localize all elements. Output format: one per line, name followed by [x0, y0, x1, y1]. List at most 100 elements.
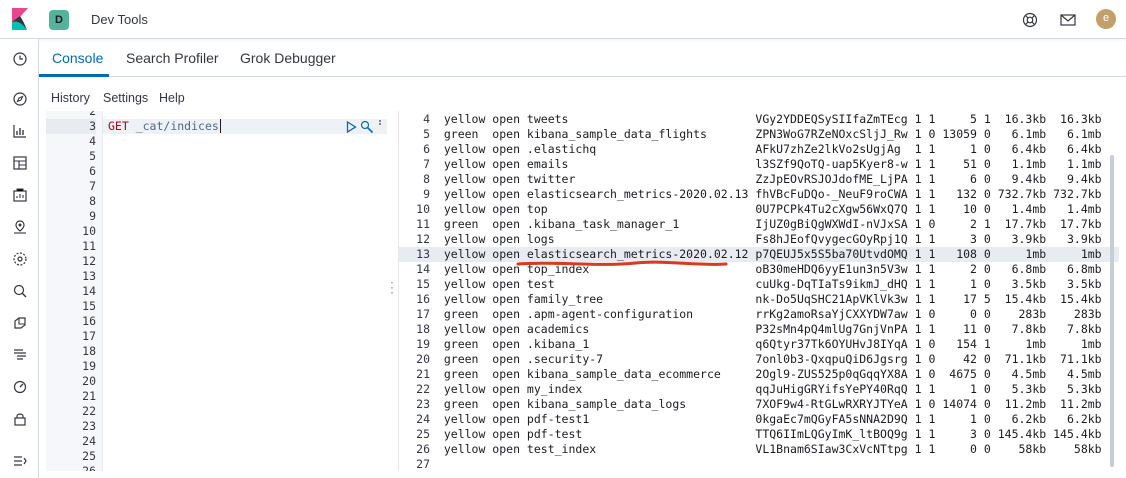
- request-actions: [346, 120, 386, 134]
- ml-icon[interactable]: [10, 249, 29, 268]
- line-number: 20: [82, 374, 96, 388]
- space-avatar[interactable]: D: [49, 10, 69, 30]
- output-line-number: 10: [416, 202, 430, 216]
- output-row: 6 yellow open .elastichq AFkU7zhZe2lkVo2…: [399, 142, 1119, 157]
- output-row-text: green open .security-7 7onl0b3-QxqpuQiD6…: [430, 352, 1102, 366]
- output-row-text: green open .kibana_1 q6Qtyr37Tk6OYUHvJ8I…: [430, 337, 1102, 351]
- output-row-text: yellow open emails l3SZf9QoTQ-uap5Kyer8-…: [430, 157, 1102, 171]
- apm-icon[interactable]: [10, 313, 29, 332]
- line-number: 17: [82, 329, 96, 343]
- header-bar: D Dev Tools e: [0, 0, 1126, 39]
- request-line[interactable]: GET _cat/indices: [108, 119, 221, 134]
- request-method: GET: [108, 119, 129, 133]
- recently-viewed-icon[interactable]: [10, 49, 29, 68]
- line-number: 5: [89, 149, 96, 163]
- text-cursor: [219, 119, 221, 133]
- side-nav: [0, 39, 39, 478]
- wrench-icon[interactable]: [360, 120, 374, 134]
- output-line-number: 27: [416, 457, 430, 471]
- output-line-number: 11: [416, 217, 430, 231]
- resize-handle[interactable]: · · ·: [389, 276, 395, 300]
- output-row-text: yellow open logs Fs8hJEofQvygecGOyRpj1Q …: [430, 232, 1102, 246]
- output-row-text: green open kibana_sample_data_flights ZP…: [430, 127, 1102, 141]
- output-row: 18 yellow open academics P32sMn4pQ4mlUg7…: [399, 322, 1119, 337]
- kibana-logo-icon[interactable]: [9, 8, 31, 30]
- line-number: 25: [82, 449, 96, 463]
- line-number: 3: [46, 119, 96, 134]
- output-row-text: yellow open pdf-test TTQ6IImLQGyImK_ltBO…: [430, 427, 1102, 441]
- line-number: 15: [82, 299, 96, 313]
- menu-settings[interactable]: Settings: [103, 91, 148, 105]
- maps-icon[interactable]: [10, 217, 29, 236]
- output-row: 7 yellow open emails l3SZf9QoTQ-uap5Kyer…: [399, 157, 1119, 172]
- output-row: 19 green open .kibana_1 q6Qtyr37Tk6OYUHv…: [399, 337, 1119, 352]
- output-row: 16 yellow open family_tree nk-Do5UqSHC21…: [399, 292, 1119, 307]
- line-number: 24: [82, 434, 96, 448]
- line-number: 14: [82, 284, 96, 298]
- output-line-number: 7: [423, 157, 430, 171]
- tab-search-profiler[interactable]: Search Profiler: [126, 50, 219, 66]
- request-editor[interactable]: 2 3 4 5 6 7 8 9 10 11 12 13 14 15 16 17 18 19 20 21 22 23 24 25…: [46, 111, 387, 471]
- output-line-number: 19: [416, 337, 430, 351]
- output-row-text: yellow open twitter ZzJpEOvRSJOJdofME_Lj…: [430, 172, 1102, 186]
- output-line-number: 17: [416, 307, 430, 321]
- menu-history[interactable]: History: [51, 91, 90, 105]
- output-scrollbar[interactable]: [1110, 155, 1114, 467]
- output-row: 23 green open kibana_sample_data_logs 7X…: [399, 397, 1119, 412]
- security-icon[interactable]: [10, 409, 29, 428]
- uptime-icon[interactable]: [10, 377, 29, 396]
- output-line-number: 16: [416, 292, 430, 306]
- active-tab-indicator: [39, 74, 109, 77]
- output-row-text: yellow open my_index qqJuHigGRYifsYePY40…: [430, 382, 1102, 396]
- line-number: 19: [82, 359, 96, 373]
- dashboard-icon[interactable]: [10, 153, 29, 172]
- output-line-number: 15: [416, 277, 430, 291]
- discover-icon[interactable]: [10, 89, 29, 108]
- output-row-text: yellow open test_index VL1Bnam6SIaw3CxVc…: [430, 442, 1102, 456]
- visualize-icon[interactable]: [10, 121, 29, 140]
- output-row: 27: [399, 457, 1119, 471]
- output-line-number: 23: [416, 397, 430, 411]
- output-row: 15 yellow open test cuUkg-DqTIaTs9ikmJ_d…: [399, 277, 1119, 292]
- output-line-number: 25: [416, 427, 430, 441]
- output-row: 4 yellow open tweets VGy2YDDEQSySIIfaZmT…: [399, 112, 1119, 127]
- line-number: 11: [82, 239, 96, 253]
- tab-grok-debugger[interactable]: Grok Debugger: [240, 50, 336, 66]
- line-number: 4: [89, 134, 96, 148]
- play-icon[interactable]: [346, 121, 357, 133]
- menu-help[interactable]: Help: [159, 91, 185, 105]
- line-number: 12: [82, 254, 96, 268]
- newsfeed-icon[interactable]: [1058, 10, 1078, 30]
- output-row: 12 yellow open logs Fs8hJEofQvygecGOyRpj…: [399, 232, 1119, 247]
- user-avatar[interactable]: e: [1096, 9, 1116, 29]
- line-number: 13: [82, 269, 96, 283]
- output-line-number: 24: [416, 412, 430, 426]
- output-row: 26 yellow open test_index VL1Bnam6SIaw3C…: [399, 442, 1119, 457]
- output-row-text: yellow open test cuUkg-DqTIaTs9ikmJ_dHQ …: [430, 277, 1102, 291]
- output-row-text: yellow open academics P32sMn4pQ4mlUg7Gnj…: [430, 322, 1102, 336]
- line-number: 26: [82, 464, 96, 471]
- output-row: 14 yellow open top_index oB30meHDQ6yyE1u…: [399, 262, 1119, 277]
- output-row: 5 green open kibana_sample_data_flights …: [399, 127, 1119, 142]
- siem-icon[interactable]: [10, 281, 29, 300]
- more-icon[interactable]: [378, 120, 382, 128]
- response-output[interactable]: 4 yellow open tweets VGy2YDDEQSySIIfaZmT…: [398, 111, 1120, 471]
- editor-gutter: 2 3 4 5 6 7 8 9 10 11 12 13 14 15 16 17 18 19 20 21 22 23 24 25…: [46, 111, 103, 471]
- output-row-text: green open kibana_sample_data_logs 7XOF9…: [430, 397, 1102, 411]
- output-line-number: 21: [416, 367, 430, 381]
- output-line-number: 26: [416, 442, 430, 456]
- output-line-number: 9: [423, 187, 430, 201]
- tab-console[interactable]: Console: [52, 50, 103, 66]
- output-row-text: yellow open .elastichq AFkU7zhZe2lkVo2sU…: [430, 142, 1102, 156]
- line-number: 2: [89, 111, 96, 118]
- output-row: 8 yellow open twitter ZzJpEOvRSJOJdofME_…: [399, 172, 1119, 187]
- canvas-icon[interactable]: [10, 185, 29, 204]
- help-icon[interactable]: [1020, 10, 1040, 30]
- output-row-text: yellow open family_tree nk-Do5UqSHC21ApV…: [430, 292, 1102, 306]
- output-row-text: yellow open top 0U7PCPk4Tu2cXgw56WxQ7Q 1…: [430, 202, 1102, 216]
- output-line-number: 4: [423, 112, 430, 126]
- output-row: 20 green open .security-7 7onl0b3-QxqpuQ…: [399, 352, 1119, 367]
- output-line-number: 13: [416, 247, 430, 261]
- collapse-icon[interactable]: [10, 451, 29, 470]
- logs-icon[interactable]: [10, 345, 29, 364]
